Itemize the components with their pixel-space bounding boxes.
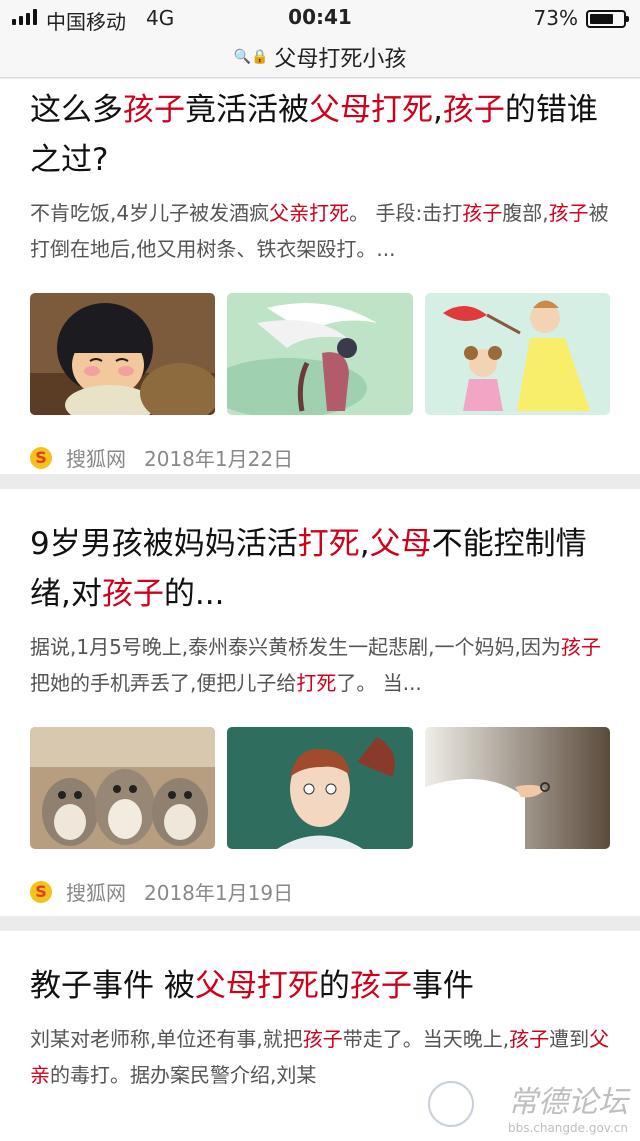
result-source: 搜狐网 xyxy=(66,447,126,471)
text-segment: 不肯吃饭,4岁儿子被发酒疯 xyxy=(30,201,270,225)
highlighted-keyword: 打死 xyxy=(297,526,360,562)
text-segment: 事件 xyxy=(411,968,474,1004)
highlighted-keyword: 孩子 xyxy=(560,635,601,659)
highlighted-keyword: 孩子 xyxy=(442,92,505,128)
highlighted-keyword: 父亲打死 xyxy=(269,201,350,225)
text-segment: 竟活活被 xyxy=(185,92,309,128)
man-head-illustration-image[interactable] xyxy=(227,727,413,849)
sohu-logo-icon: S xyxy=(30,880,52,903)
result-meta: S 搜狐网 2018年1月19日 xyxy=(30,877,610,906)
highlighted-keyword: 孩子 xyxy=(302,1027,343,1051)
text-segment: 教子事件 被 xyxy=(30,968,195,1004)
watermark-text: 常德论坛 xyxy=(508,1085,628,1120)
highlighted-keyword: 打死 xyxy=(296,671,337,695)
highlighted-keyword: 孩子 xyxy=(101,576,164,612)
result-snippet: 不肯吃饭,4岁儿子被发酒疯父亲打死。 手段:击打孩子腹部,孩子被打倒在地后,他又… xyxy=(30,195,610,267)
result-images xyxy=(30,293,610,415)
highlighted-keyword: 父母打死 xyxy=(194,968,319,1004)
text-segment: 了。 当... xyxy=(336,671,422,695)
search-lock-icon: 🔍🔒 xyxy=(233,48,269,65)
crying-boy-anime-image[interactable] xyxy=(30,293,216,415)
result-date: 2018年1月19日 xyxy=(144,881,294,905)
result-source: 搜狐网 xyxy=(66,881,126,905)
search-query[interactable]: 父母打死小孩 xyxy=(274,41,406,73)
text-segment: 刘某对老师称,单位还有事,就把 xyxy=(30,1027,303,1051)
result-card[interactable]: 9岁男孩被妈妈活活打死,父母不能控制情绪,对孩子的... 据说,1月5号晚上,泰… xyxy=(0,489,640,916)
text-segment: 的... xyxy=(163,576,225,612)
battery-icon xyxy=(586,10,629,28)
text-segment: 把她的手机弄丢了,便把儿子给 xyxy=(30,671,297,695)
mother-scolding-girl-illustration-image[interactable] xyxy=(424,293,610,415)
sohu-logo-icon: S xyxy=(30,446,52,469)
text-segment: 的 xyxy=(318,968,350,1004)
result-title[interactable]: 9岁男孩被妈妈活活打死,父母不能控制情绪,对孩子的... xyxy=(30,519,610,619)
winged-figure-illustration-image[interactable] xyxy=(227,293,413,415)
result-title[interactable]: 教子事件 被父母打死的孩子事件 xyxy=(30,961,610,1011)
battery-percent: 73% xyxy=(533,6,578,30)
highlighted-keyword: 孩子 xyxy=(349,968,412,1004)
result-card[interactable]: 教子事件 被父母打死的孩子事件 刘某对老师称,单位还有事,就把孩子带走了。当天晚… xyxy=(0,931,640,1141)
forum-watermark: 常德论坛 bbs.changde.gov.cn xyxy=(427,1077,628,1135)
result-images xyxy=(30,727,610,849)
text-segment: 9岁男孩被妈妈活活 xyxy=(30,526,298,562)
carrier-name: 中国移动 xyxy=(46,10,126,34)
result-snippet: 据说,1月5号晚上,泰州泰兴黄桥发生一起悲剧,一个妈妈,因为孩子把她的手机弄丢了… xyxy=(30,629,610,701)
signal-strength-icon xyxy=(12,9,37,25)
text-segment: 。 手段:击打 xyxy=(349,201,463,225)
text-segment: 带走了。当天晚上, xyxy=(342,1027,510,1051)
text-segment: 这么多 xyxy=(30,92,123,128)
highlighted-keyword: 父母 xyxy=(369,526,432,562)
highlighted-keyword: 孩子 xyxy=(462,201,503,225)
address-bar[interactable]: 🔍🔒 父母打死小孩 xyxy=(0,36,640,78)
text-segment: 据说,1月5号晚上,泰州泰兴黄桥发生一起悲剧,一个妈妈,因为 xyxy=(30,635,561,659)
totoro-figurines-image[interactable] xyxy=(30,727,216,849)
search-results: 这么多孩子竟活活被父母打死,孩子的错谁之过? 不肯吃饭,4岁儿子被发酒疯父亲打死… xyxy=(0,79,640,1141)
result-title[interactable]: 这么多孩子竟活活被父母打死,孩子的错谁之过? xyxy=(30,85,610,185)
result-card[interactable]: 这么多孩子竟活活被父母打死,孩子的错谁之过? 不肯吃饭,4岁儿子被发酒疯父亲打死… xyxy=(0,79,640,474)
text-segment: , xyxy=(359,526,370,562)
highlighted-keyword: 孩子 xyxy=(548,201,589,225)
text-segment: 腹部, xyxy=(502,201,549,225)
highlighted-keyword: 孩子 xyxy=(123,92,185,128)
highlighted-keyword: 孩子 xyxy=(509,1027,550,1051)
battery-level xyxy=(590,14,614,24)
result-meta: S 搜狐网 2018年1月22日 xyxy=(30,443,610,472)
text-segment: , xyxy=(433,92,443,128)
status-bar: 中国移动 4G 00:41 73% xyxy=(0,0,640,36)
network-type: 4G xyxy=(146,6,175,30)
text-segment: 的毒打。据办案民警介绍,刘某 xyxy=(50,1063,317,1087)
watermark-url: bbs.changde.gov.cn xyxy=(507,1121,628,1135)
meditation-hand-image[interactable] xyxy=(424,727,610,849)
text-segment: 遭到 xyxy=(549,1027,590,1051)
result-date: 2018年1月22日 xyxy=(144,447,294,471)
forum-seal-icon xyxy=(427,1081,474,1127)
highlighted-keyword: 父母打死 xyxy=(309,92,433,128)
